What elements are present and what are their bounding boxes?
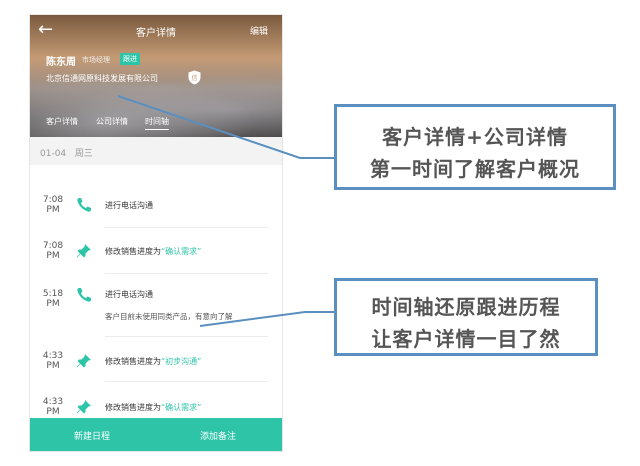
callout-connectors xyxy=(117,95,334,327)
callout-box-1: 客户详情+公司详情 第一时间了解客户概况 xyxy=(334,104,616,190)
callout-2-line-2: 让客户详情一目了然 xyxy=(371,327,561,351)
connector-line-1 xyxy=(117,95,334,159)
callout-1-line-2: 第一时间了解客户概况 xyxy=(370,157,580,181)
callout-box-2: 时间轴还原跟进历程 让客户详情一目了然 xyxy=(334,278,598,356)
connector-line-2 xyxy=(199,311,334,327)
callout-1-line-1: 客户详情+公司详情 xyxy=(382,125,568,149)
callout-2-line-1: 时间轴还原跟进历程 xyxy=(371,295,561,319)
